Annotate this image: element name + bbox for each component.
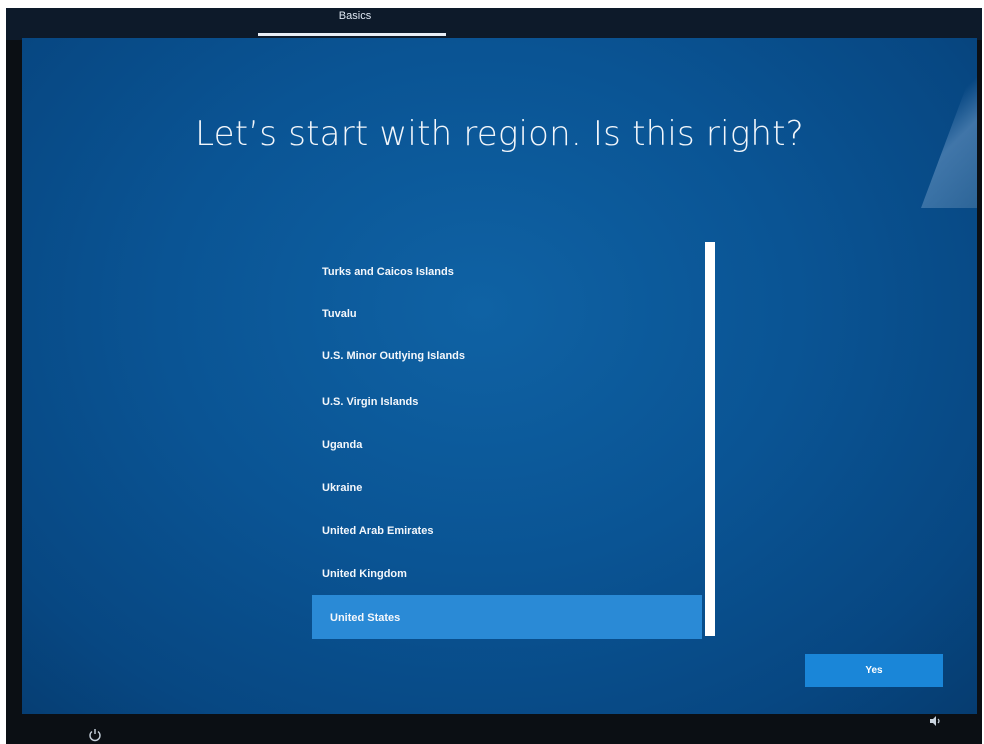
power-icon[interactable] xyxy=(88,728,102,742)
photo-top-edge xyxy=(0,0,984,8)
region-list[interactable]: Turks and Caicos Islands Tuvalu U.S. Min… xyxy=(312,252,702,652)
oobe-panel: Let’s start with region. Is this right? … xyxy=(22,38,977,714)
volume-icon-glyph xyxy=(930,716,940,726)
volume-icon[interactable] xyxy=(928,714,942,728)
tab-basics: Basics xyxy=(338,10,372,22)
list-item-us-virgin-islands[interactable]: U.S. Virgin Islands xyxy=(312,382,702,422)
list-item-tuvalu[interactable]: Tuvalu xyxy=(312,294,702,334)
list-item-turks-and-caicos-islands[interactable]: Turks and Caicos Islands xyxy=(312,252,702,292)
oobe-screen-photo: Basics Let’s start with region. Is this … xyxy=(0,0,984,744)
list-item-united-kingdom[interactable]: United Kingdom xyxy=(312,554,702,594)
yes-button[interactable]: Yes xyxy=(805,654,943,687)
top-strip xyxy=(6,8,982,40)
list-item-ukraine[interactable]: Ukraine xyxy=(312,468,702,508)
list-item-us-minor-outlying-islands[interactable]: U.S. Minor Outlying Islands xyxy=(312,336,702,376)
power-icon-glyph xyxy=(89,729,101,742)
page-title: Let’s start with region. Is this right? xyxy=(195,114,804,154)
tab-basics-underline xyxy=(258,33,446,36)
list-item-united-arab-emirates[interactable]: United Arab Emirates xyxy=(312,511,702,551)
list-item-united-states[interactable]: United States xyxy=(312,595,702,639)
list-item-uganda[interactable]: Uganda xyxy=(312,425,702,465)
list-scrollbar[interactable] xyxy=(705,242,715,636)
